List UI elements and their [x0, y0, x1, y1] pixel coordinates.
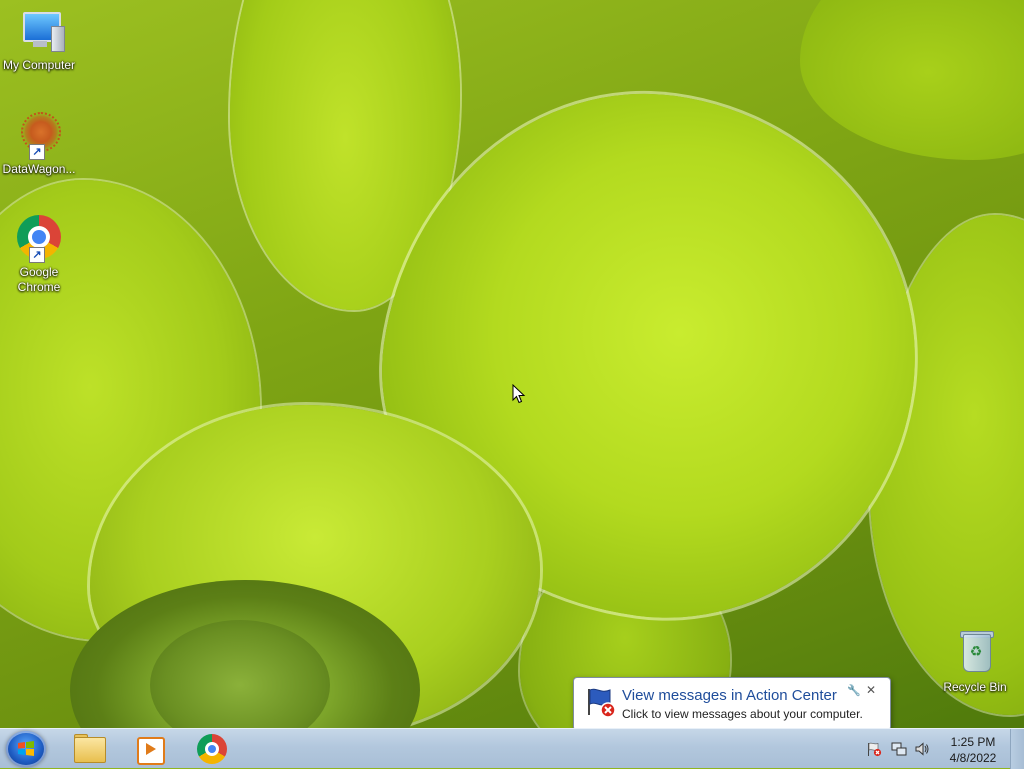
desktop-icon-my-computer[interactable]: My Computer: [0, 8, 78, 73]
desktop-icon-label: Recycle Bin: [943, 680, 1007, 694]
mouse-pointer-icon: [512, 384, 526, 404]
desktop-icon-datawagon[interactable]: ↗ DataWagon...: [0, 112, 78, 177]
desktop-icon-label: Google Chrome: [17, 265, 61, 294]
computer-icon: [15, 8, 65, 56]
action-center-flag-icon[interactable]: [866, 741, 882, 757]
taskbar-google-chrome[interactable]: [185, 731, 239, 767]
clock-time: 1:25 PM: [950, 735, 996, 749]
wallpaper-leaf: [800, 0, 1024, 160]
taskbar-windows-explorer[interactable]: [62, 731, 116, 767]
show-desktop-button[interactable]: [1010, 729, 1024, 769]
windows-start-icon: [18, 741, 34, 756]
desktop-icon-google-chrome[interactable]: ↗ Google Chrome: [0, 215, 78, 295]
desktop-icon-label: DataWagon...: [2, 162, 76, 176]
recycle-bin-icon: ♻: [951, 630, 999, 678]
shortcut-arrow-icon: ↗: [29, 144, 45, 160]
desktop-wallpaper: [0, 0, 1024, 728]
desktop-icon-label: My Computer: [2, 58, 76, 72]
clock-date: 4/8/2022: [949, 751, 997, 765]
action-center-flag-icon: [588, 688, 616, 718]
volume-icon[interactable]: [914, 741, 930, 757]
network-icon[interactable]: [891, 741, 907, 757]
system-clock[interactable]: 1:25 PM 4/8/2022: [940, 734, 1006, 766]
chrome-icon: ↗: [15, 215, 63, 263]
start-button[interactable]: [6, 731, 46, 767]
taskbar: 1:25 PM 4/8/2022: [0, 728, 1024, 769]
wrench-icon[interactable]: 🔧: [847, 685, 861, 697]
taskbar-media-player[interactable]: [123, 731, 177, 767]
shortcut-arrow-icon: ↗: [29, 247, 45, 263]
action-center-notification[interactable]: View messages in Action Center Click to …: [573, 677, 891, 731]
close-button[interactable]: ✕: [866, 684, 878, 696]
desktop-icon-recycle-bin[interactable]: ♻ Recycle Bin: [936, 630, 1014, 695]
folder-icon: [74, 737, 106, 763]
notification-title[interactable]: View messages in Action Center: [622, 687, 837, 704]
notification-text: Click to view messages about your comput…: [622, 707, 863, 721]
datawagon-icon: ↗: [15, 112, 63, 160]
